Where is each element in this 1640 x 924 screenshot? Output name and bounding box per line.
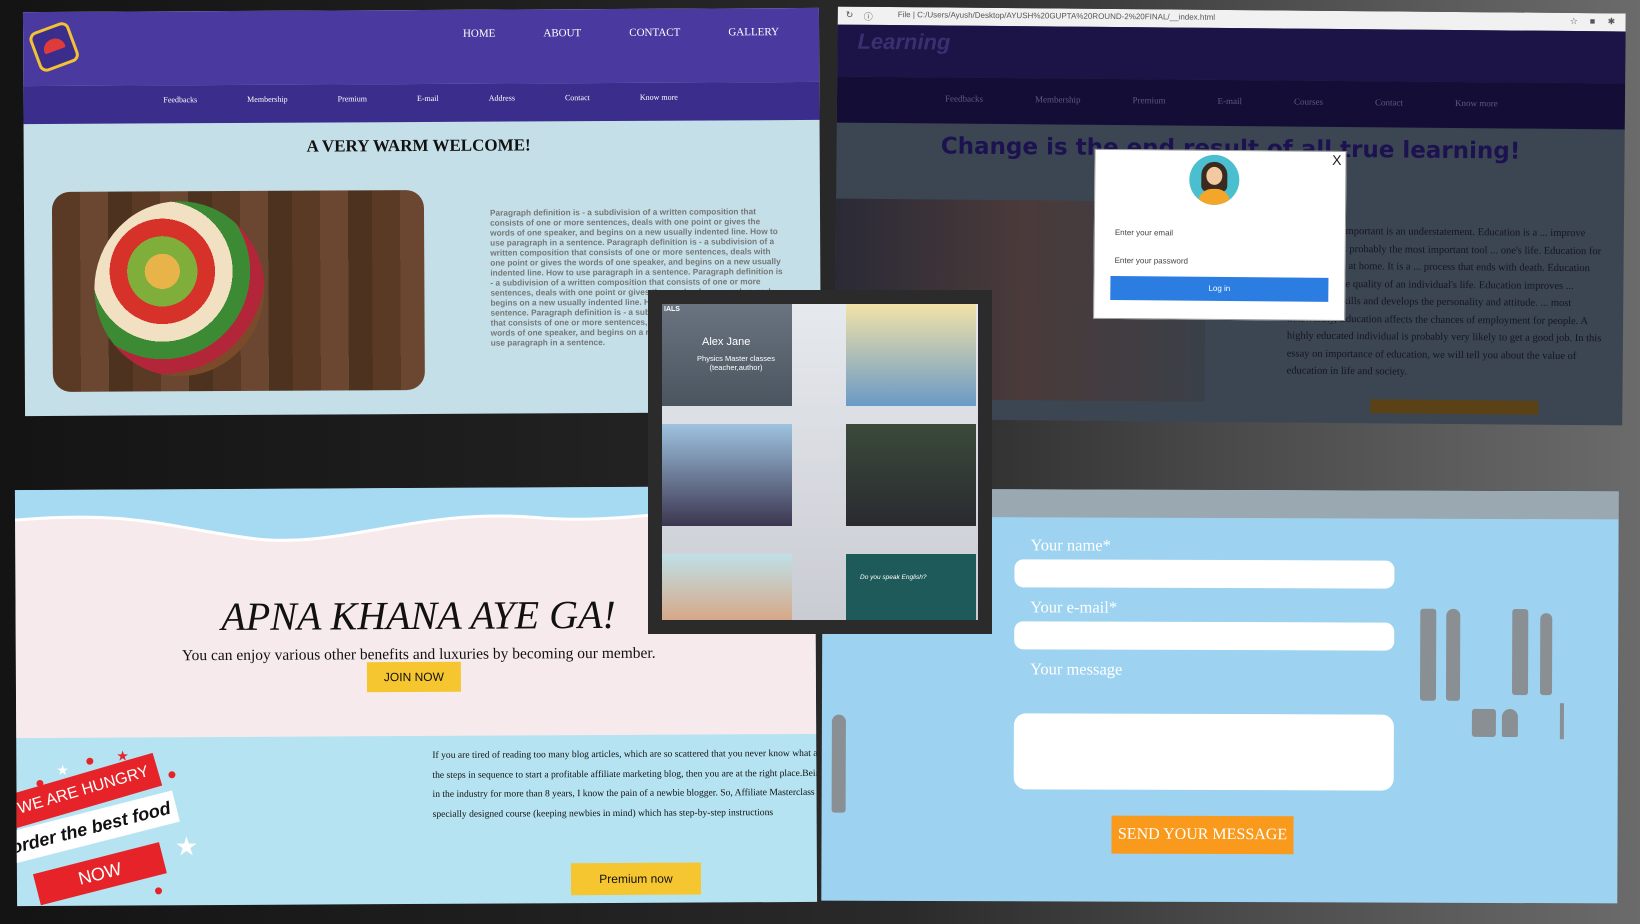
puzzle-icon[interactable]: ✱ (1608, 16, 1616, 27)
name-label: Your name* (1030, 535, 1111, 555)
nav-gallery-link[interactable]: GALLERY (728, 26, 779, 38)
blog-paragraph: If you are tired of reading too many blo… (432, 747, 818, 820)
send-message-button[interactable]: SEND YOUR MESSAGE (1111, 815, 1294, 855)
knife-icon (1445, 608, 1461, 701)
english-board-tile[interactable]: Do you speak English? (846, 554, 976, 620)
star-icon: ★ (174, 831, 199, 862)
subnav-address-link[interactable]: Address (489, 94, 515, 103)
reload-icon[interactable]: ↻ (846, 10, 854, 21)
extensions-icon[interactable]: ■ (1590, 16, 1596, 26)
subnav-membership-link[interactable]: Membership (247, 95, 287, 104)
email-field[interactable] (1014, 621, 1395, 651)
teacher-tile[interactable] (846, 304, 976, 406)
subnav-contact-link[interactable]: Contact (565, 93, 590, 102)
login-modal: X Enter your email Enter your password L… (1093, 148, 1347, 322)
fork-icon (1419, 608, 1437, 701)
bookmark-star-icon[interactable]: ☆ (1570, 16, 1578, 27)
message-label: Your message (1030, 659, 1123, 679)
nav-home-link[interactable]: HOME (463, 28, 495, 40)
user-avatar-icon (1189, 154, 1240, 206)
learning-subnav-membership[interactable]: Membership (1035, 94, 1081, 104)
learning-subnav-know-more[interactable]: Know more (1455, 98, 1498, 108)
fork-icon (1512, 609, 1529, 696)
vegetable-bowl-image (51, 189, 425, 392)
learning-subnav-feedbacks[interactable]: Feedbacks (945, 94, 983, 104)
main-nav: HOME ABOUT CONTACT GALLERY (463, 26, 779, 40)
message-textarea[interactable] (1013, 713, 1394, 791)
knife-icon (831, 714, 846, 813)
group-study-tile[interactable] (846, 424, 976, 526)
knife-icon (1559, 703, 1564, 740)
tutor-subtitle: Physics Master classes (teacher,author) (697, 354, 775, 372)
subnav-feedbacks-link[interactable]: Feedbacks (163, 95, 197, 104)
tutor-tile[interactable]: IALS Alex Jane Physics Master classes (t… (662, 304, 792, 406)
knife-icon (1540, 613, 1553, 696)
tutor-grid: IALS Alex Jane Physics Master classes (t… (662, 304, 978, 620)
url-text[interactable]: File | C:/Users/Ayush/Desktop/AYUSH%20GU… (898, 10, 1215, 22)
learning-brand: Learning (857, 28, 951, 55)
fork-icon (1471, 708, 1496, 737)
bowl-icon (93, 200, 265, 377)
name-field[interactable] (1014, 559, 1395, 589)
teacher-portrait-tile[interactable] (662, 554, 792, 620)
learning-subnav-premium[interactable]: Premium (1132, 95, 1165, 105)
tile-label: IALS (664, 306, 680, 313)
hungry-poster-image: ★ ★ ★ WE ARE HUNGRY order the best food … (14, 747, 207, 906)
tutor-grid-panel: IALS Alex Jane Physics Master classes (t… (648, 290, 992, 634)
premium-now-button[interactable]: Premium now (570, 862, 702, 896)
subnav-email-link[interactable]: E-mail (417, 94, 439, 103)
email-label: Your e-mail* (1030, 597, 1118, 617)
star-icon: ★ (56, 761, 69, 778)
learning-subnav-contact[interactable]: Contact (1375, 97, 1403, 107)
spoon-icon (1501, 708, 1518, 738)
board-text: Do you speak English? (860, 574, 927, 581)
nav-contact-link[interactable]: CONTACT (629, 27, 680, 39)
learning-header (837, 24, 1626, 84)
subnav-premium-link[interactable]: Premium (338, 94, 367, 103)
main-nav-bar: HOME ABOUT CONTACT GALLERY (22, 7, 820, 87)
password-field[interactable]: Enter your password (1115, 256, 1325, 267)
join-now-button[interactable]: JOIN NOW (366, 661, 461, 693)
nav-about-link[interactable]: ABOUT (543, 27, 581, 39)
classroom-tile[interactable] (662, 424, 792, 526)
tutor-name: Alex Jane (702, 336, 751, 348)
subnav-know-more-link[interactable]: Know more (640, 93, 678, 102)
learning-subnav-courses[interactable]: Courses (1294, 97, 1323, 107)
learning-subnav-email[interactable]: E-mail (1217, 96, 1242, 106)
close-icon[interactable]: X (1332, 152, 1341, 168)
food-cloche-logo-icon[interactable] (27, 19, 82, 74)
login-button[interactable]: Log in (1110, 275, 1329, 302)
info-icon[interactable]: ⓘ (864, 10, 873, 23)
email-field[interactable]: Enter your email (1115, 228, 1325, 239)
welcome-title: A VERY WARM WELCOME! (306, 135, 531, 156)
read-more-button[interactable] (1370, 399, 1539, 415)
